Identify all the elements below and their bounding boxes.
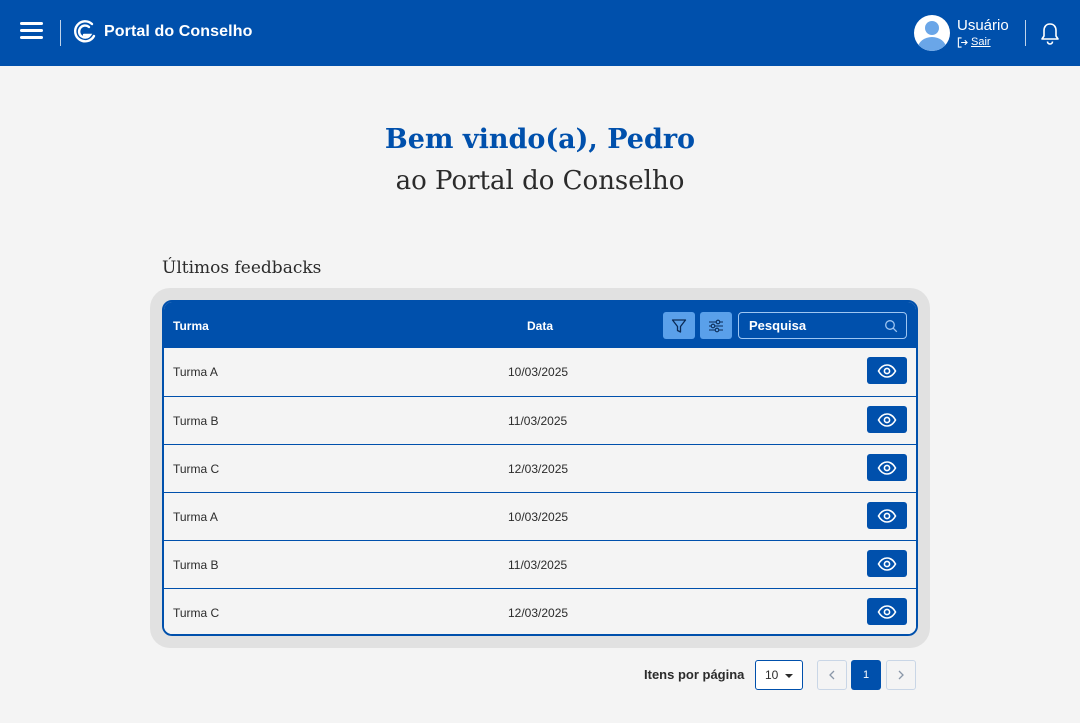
view-button[interactable]: [867, 357, 907, 384]
feedbacks-card: Turma Data Turma A 10/03/2025 Turma B 11…: [150, 288, 930, 648]
eye-icon: [877, 604, 897, 619]
view-button[interactable]: [867, 406, 907, 433]
cell-turma: Turma B: [173, 558, 219, 572]
cell-turma: Turma A: [173, 365, 218, 379]
view-button[interactable]: [867, 598, 907, 625]
eye-icon: [877, 363, 897, 378]
cell-data: 12/03/2025: [508, 606, 569, 620]
eye-icon: [877, 508, 897, 523]
brand-logo-icon: [73, 20, 96, 43]
table-row: Turma B 11/03/2025: [164, 396, 916, 444]
items-per-page-select[interactable]: 10: [755, 660, 803, 690]
table-row: Turma C 12/03/2025: [164, 588, 916, 634]
logout-icon: [957, 36, 968, 48]
section-title: Últimos feedbacks: [162, 258, 322, 278]
cell-data: 10/03/2025: [508, 365, 569, 379]
eye-icon: [877, 412, 897, 427]
table-row: Turma A 10/03/2025: [164, 492, 916, 540]
items-per-page-label: Itens por página: [644, 667, 745, 682]
eye-icon: [877, 460, 897, 475]
table-row: Turma A 10/03/2025: [164, 348, 916, 396]
chevron-left-icon: [829, 670, 835, 680]
view-button[interactable]: [867, 550, 907, 577]
column-header-turma: Turma: [173, 319, 209, 333]
welcome-title: Bem vindo(a), Pedro: [384, 124, 696, 155]
search-input[interactable]: [739, 313, 879, 337]
logout-link[interactable]: Sair: [957, 35, 1009, 49]
view-button[interactable]: [867, 454, 907, 481]
page-button-current[interactable]: 1: [851, 660, 881, 690]
logout-label[interactable]: Sair: [971, 35, 991, 49]
user-menu[interactable]: Usuário Sair: [914, 15, 1009, 51]
header-divider: [60, 20, 61, 46]
cell-data: 11/03/2025: [508, 414, 568, 428]
cell-data: 12/03/2025: [508, 462, 569, 476]
column-header-data: Data: [527, 319, 554, 333]
cell-data: 10/03/2025: [508, 510, 569, 524]
welcome-subtitle: ao Portal do Conselho: [395, 166, 685, 196]
top-navbar: Portal do Conselho Usuário Sair: [0, 0, 1080, 66]
cell-turma: Turma B: [173, 414, 219, 428]
chevron-right-icon: [898, 670, 904, 680]
filter-icon: [671, 318, 687, 333]
eye-icon: [877, 556, 897, 571]
feedbacks-table: Turma Data Turma A 10/03/2025 Turma B 11…: [162, 300, 918, 636]
caret-down-icon: [785, 674, 793, 678]
bell-icon[interactable]: [1039, 21, 1061, 45]
table-row: Turma C 12/03/2025: [164, 444, 916, 492]
cell-turma: Turma C: [173, 606, 220, 620]
cell-turma: Turma A: [173, 510, 218, 524]
cell-turma: Turma C: [173, 462, 220, 476]
menu-icon[interactable]: [20, 22, 46, 44]
next-page-button[interactable]: [886, 660, 916, 690]
avatar-icon[interactable]: [914, 15, 950, 51]
brand[interactable]: Portal do Conselho: [72, 19, 252, 45]
brand-name: Portal do Conselho: [104, 23, 253, 40]
items-per-page-value: 10: [765, 668, 779, 682]
header-divider-right: [1025, 20, 1026, 46]
prev-page-button[interactable]: [817, 660, 847, 690]
user-name: Usuário: [957, 17, 1009, 34]
settings-button[interactable]: [700, 312, 732, 339]
sliders-icon: [709, 319, 723, 332]
filter-button[interactable]: [663, 312, 695, 339]
search-icon[interactable]: [884, 319, 898, 333]
search-box[interactable]: [738, 312, 907, 339]
cell-data: 11/03/2025: [508, 558, 568, 572]
table-row: Turma B 11/03/2025: [164, 540, 916, 588]
table-body: Turma A 10/03/2025 Turma B 11/03/2025 Tu…: [164, 348, 916, 634]
view-button[interactable]: [867, 502, 907, 529]
table-header: Turma Data: [164, 302, 916, 348]
